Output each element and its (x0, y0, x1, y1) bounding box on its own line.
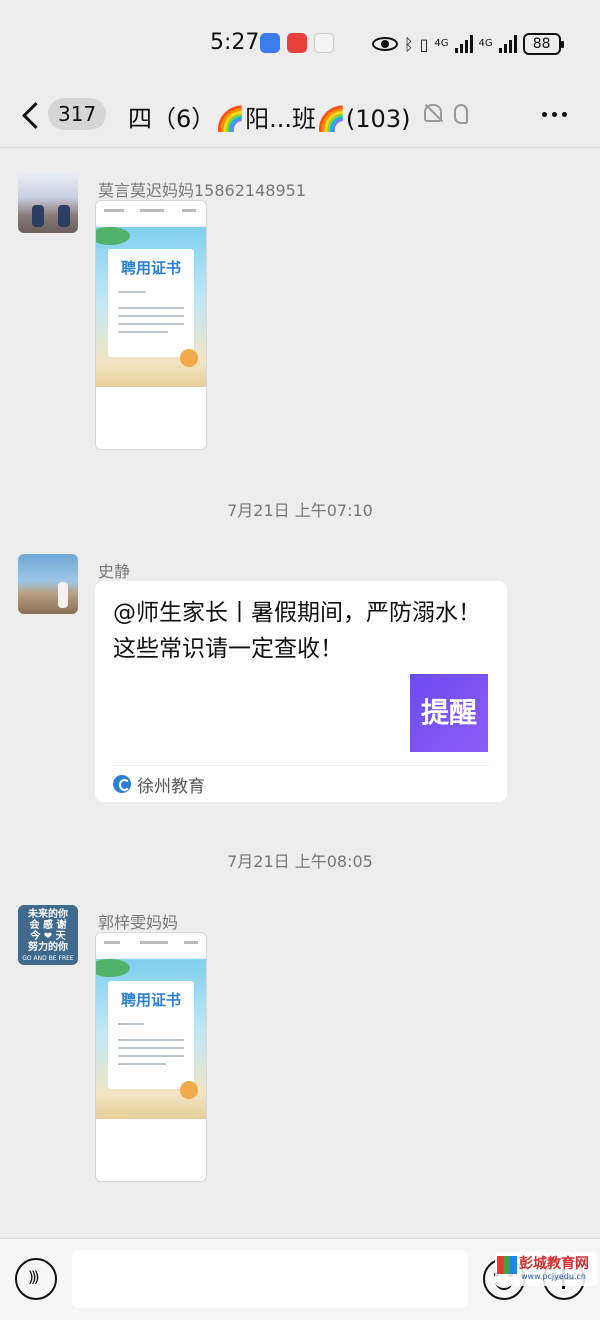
status-bar: 5:27 ᛒ ▯ 4G 4G 88 (0, 0, 600, 82)
avatar-text: GO AND BE FREE (22, 955, 74, 962)
watermark-name: 彭城教育网 (519, 1256, 589, 1272)
image-phone-topbar (96, 933, 206, 959)
battery-icon: 88 (522, 33, 564, 55)
watermark-logo-icon (497, 1256, 517, 1274)
sender-name: 郭梓雯妈妈 (98, 913, 179, 932)
bluetooth-icon: ᛒ (404, 34, 414, 54)
timestamp: 7月21日 上午08:05 (227, 852, 373, 871)
source-logo-icon (113, 775, 131, 793)
chat-header: 317 四（6）🌈阳...班🌈(103) (0, 82, 600, 148)
unread-count-badge[interactable]: 317 (48, 98, 107, 130)
link-thumbnail: 提醒 (410, 674, 488, 752)
link-card-message[interactable]: @师生家长丨暑假期间，严防溺水！这些常识请一定查收！ 提醒 徐州教育 (95, 581, 507, 802)
voice-assistant-app-icon (260, 33, 280, 53)
certificate-image: 聘用证书 (96, 959, 206, 1119)
palm-leaf-graphic (96, 227, 130, 245)
message-input[interactable] (72, 1250, 468, 1308)
watermark: 彭城教育网 www.pcjyedu.cn (495, 1252, 597, 1286)
status-time: 5:27 (210, 30, 260, 55)
more-options-icon[interactable] (542, 112, 567, 117)
status-icons: ᛒ ▯ 4G 4G 88 (372, 32, 564, 56)
avatar[interactable]: 未来的你 会 感 谢 今 ❤ 天 努力的你 GO AND BE FREE (18, 905, 78, 965)
avatar[interactable] (18, 554, 78, 614)
vibrate-icon: ▯ (419, 34, 429, 54)
mute-bell-icon (424, 104, 442, 122)
avatar-text: 会 感 谢 (29, 920, 67, 931)
chat-title: 四（6）🌈阳...班🌈(103) (128, 105, 411, 133)
certificate-title: 聘用证书 (120, 991, 181, 1009)
sun-graphic (180, 1081, 198, 1099)
palm-leaf-graphic (96, 959, 130, 977)
certificate-image: 聘用证书 (96, 227, 206, 387)
pay-app-icon (314, 33, 334, 53)
sun-graphic (180, 349, 198, 367)
avatar-text: 今 ❤ 天 (30, 931, 66, 942)
watermark-url: www.pcjyedu.cn (521, 1272, 586, 1281)
divider (113, 765, 489, 766)
eye-icon (372, 37, 398, 51)
image-phone-topbar (96, 201, 206, 227)
sender-name: 史静 (98, 562, 131, 581)
link-source: 徐州教育 (137, 777, 205, 797)
timestamp: 7月21日 上午07:10 (227, 501, 373, 520)
avatar-text: 努力的你 (28, 942, 68, 953)
avatar-text: 未来的你 (28, 909, 68, 920)
earpiece-icon (454, 104, 468, 124)
network-label-1: 4G (434, 38, 449, 49)
avatar[interactable] (18, 173, 78, 233)
image-message[interactable]: 聘用证书 (95, 200, 207, 450)
back-icon[interactable] (20, 100, 44, 130)
certificate-title: 聘用证书 (120, 259, 181, 277)
signal-1-icon (454, 35, 473, 53)
signal-2-icon (498, 35, 517, 53)
image-message[interactable]: 聘用证书 (95, 932, 207, 1182)
voice-input-button[interactable] (15, 1258, 57, 1300)
link-title: @师生家长丨暑假期间，严防溺水！这些常识请一定查收！ (113, 600, 481, 662)
sender-name: 莫言莫迟妈妈15862148951 (98, 181, 306, 200)
network-label-2: 4G (478, 38, 493, 49)
red-app-icon (287, 33, 307, 53)
